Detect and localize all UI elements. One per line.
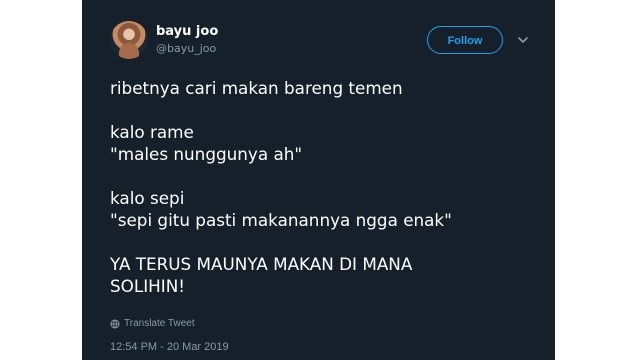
tweet-line: kalo sepi — [110, 188, 185, 208]
tweet-line: "males nunggunya ah" — [110, 144, 303, 164]
display-name[interactable]: bayu joo — [156, 24, 218, 39]
follow-button[interactable]: Follow — [427, 26, 503, 54]
tweet-line: YA TERUS MAUNYA MAKAN DI MANA — [110, 254, 413, 274]
tweet-line: SOLIHIN! — [110, 276, 186, 296]
tweet-line-spacer — [110, 99, 530, 121]
tweet-line: ribetnya cari makan bareng temen — [110, 78, 403, 98]
username[interactable]: @bayu_joo — [156, 42, 216, 55]
globe-icon — [110, 319, 120, 329]
tweet-line-spacer — [110, 165, 530, 187]
translate-label: Translate Tweet — [124, 318, 195, 329]
chevron-down-icon[interactable] — [517, 34, 529, 46]
tweet-timestamp[interactable]: 12:54 PM - 20 Mar 2019 — [110, 341, 229, 353]
tweet-line: "sepi gitu pasti makanannya ngga enak" — [110, 210, 452, 230]
tweet-text: ribetnya cari makan bareng temen kalo ra… — [110, 77, 530, 297]
tweet-card: bayu joo @bayu_joo Follow ribetnya cari … — [82, 0, 555, 360]
avatar[interactable] — [110, 21, 148, 59]
tweet-line: kalo rame — [110, 122, 194, 142]
tweet-line-spacer — [110, 231, 530, 253]
